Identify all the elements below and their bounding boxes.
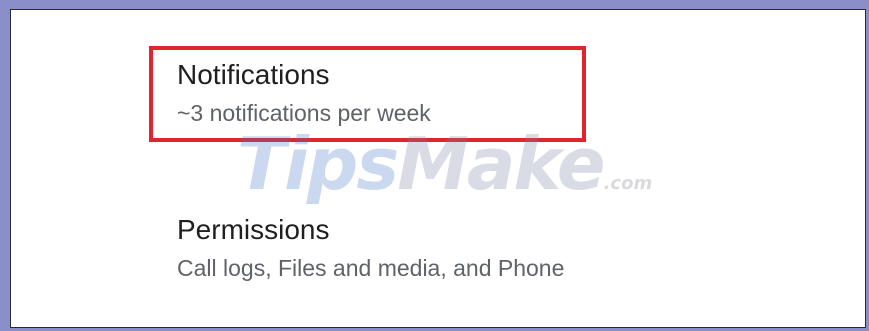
watermark-tips: Tips bbox=[237, 122, 399, 206]
watermark-make: Make bbox=[397, 122, 605, 206]
notifications-summary: ~3 notifications per week bbox=[177, 100, 431, 126]
watermark-domain: .com bbox=[603, 173, 653, 194]
settings-panel: Notifications ~3 notifications per week … bbox=[10, 9, 866, 328]
notifications-title: Notifications bbox=[177, 59, 330, 90]
permissions-setting[interactable]: Permissions Call logs, Files and media, … bbox=[177, 213, 564, 283]
tipsmake-watermark: TipsMake.com bbox=[237, 122, 652, 206]
permissions-summary: Call logs, Files and media, and Phone bbox=[177, 255, 565, 281]
notifications-setting[interactable]: Notifications ~3 notifications per week bbox=[177, 58, 431, 128]
permissions-title: Permissions bbox=[177, 214, 330, 245]
